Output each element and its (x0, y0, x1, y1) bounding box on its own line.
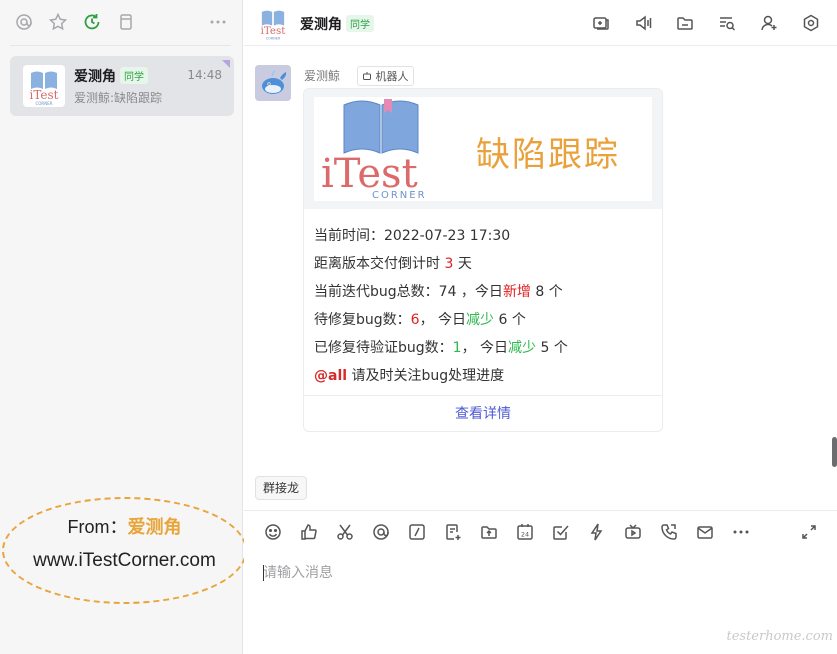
folder-icon[interactable] (675, 13, 695, 33)
mail-icon[interactable] (695, 522, 715, 542)
pending-bugs-line: 待修复bug数：6， 今日减少 6 个 (314, 312, 526, 328)
countdown-line: 距离版本交付倒计时 3 天 (314, 256, 472, 272)
svg-text:iTest: iTest (30, 88, 59, 102)
header-tag: 同学 (346, 15, 374, 32)
conversation-sidebar: iTest CORNER 爱测角 同学 14:48 爱测鲸:缺陷跟踪 From：爱… (0, 0, 247, 654)
chat-window: iTest CORNER 爱测角 同学 爱测鲸 机器人 iTest CORNER… (244, 0, 837, 654)
sidebar-toolbar (0, 0, 243, 46)
scrollbar-thumb[interactable] (832, 437, 837, 467)
scissors-icon[interactable] (335, 522, 355, 542)
thumbs-up-icon[interactable] (299, 522, 319, 542)
at-icon[interactable] (371, 522, 391, 542)
upload-icon[interactable] (479, 522, 499, 542)
message-input[interactable] (263, 562, 823, 584)
toolbar-divider (10, 45, 231, 46)
search-list-icon[interactable] (717, 13, 737, 33)
text-cursor (263, 565, 264, 581)
mention-all[interactable]: @all (314, 368, 347, 384)
stamp-line1: From：爱测角 (67, 517, 182, 537)
banner-title: 缺陷跟踪 (476, 135, 620, 175)
pinned-corner-mark (222, 60, 230, 68)
at-icon[interactable] (14, 12, 34, 32)
emoji-icon[interactable] (263, 522, 283, 542)
slash-command-icon[interactable] (407, 522, 427, 542)
chat-time: 14:48 (187, 68, 222, 82)
robot-icon (363, 72, 371, 80)
star-icon[interactable] (48, 12, 68, 32)
robot-badge: 机器人 (357, 66, 414, 86)
svg-text:CORNER: CORNER (372, 190, 427, 201)
tv-icon[interactable] (623, 522, 643, 542)
total-bugs-line: 当前迭代bug总数：74 ，今日新增 8 个 (314, 284, 563, 300)
new-doc-icon[interactable] (443, 522, 463, 542)
more-icon[interactable] (731, 522, 751, 542)
bug-report-card: iTest CORNER 缺陷跟踪 当前时间：2022-07-23 17:30 … (303, 88, 663, 432)
calendar-icon[interactable]: 24 (515, 522, 535, 542)
compose-divider (244, 510, 837, 511)
screen-share-icon[interactable] (591, 13, 611, 33)
expand-icon[interactable] (799, 522, 819, 542)
checkbox-icon[interactable] (551, 522, 571, 542)
group-chain-button[interactable]: 群接龙 (255, 476, 308, 500)
chat-list-item[interactable]: iTest CORNER 爱测角 同学 14:48 爱测鲸:缺陷跟踪 (10, 56, 234, 116)
mention-line: @all 请及时关注bug处理进度 (314, 368, 505, 384)
verify-bugs-line: 已修复待验证bug数：1， 今日减少 5 个 (314, 340, 568, 356)
sender-name: 爱测鲸 (304, 69, 341, 83)
speaker-icon[interactable] (633, 13, 653, 33)
chat-name: 爱测角 同学 (74, 66, 148, 86)
svg-text:24: 24 (521, 531, 529, 539)
stamp-line2: www.iTestCorner.com (33, 550, 216, 571)
doc-icon[interactable] (116, 12, 136, 32)
report-lines: 当前时间：2022-07-23 17:30 距离版本交付倒计时 3 天 当前迭代… (314, 227, 568, 395)
svg-text:CORNER: CORNER (35, 101, 52, 106)
itest-logo: iTest CORNER (321, 99, 427, 201)
view-details-button[interactable]: 查看详情 (304, 395, 662, 431)
current-time-line: 当前时间：2022-07-23 17:30 (314, 228, 511, 244)
clock-refresh-icon[interactable] (82, 12, 102, 32)
chat-header: iTest CORNER 爱测角 同学 (244, 0, 837, 46)
classmate-tag: 同学 (120, 67, 148, 84)
header-avatar[interactable]: iTest CORNER (255, 5, 291, 41)
more-icon[interactable] (208, 12, 228, 32)
add-user-icon[interactable] (759, 13, 779, 33)
chat-title: 爱测角 同学 (300, 14, 374, 34)
bot-avatar[interactable] (255, 65, 291, 101)
watermark-stamp: From：爱测角 www.iTestCorner.com (2, 497, 247, 604)
svg-text:CORNER: CORNER (266, 36, 281, 40)
chat-preview: 爱测鲸:缺陷跟踪 (74, 91, 163, 105)
group-avatar: iTest CORNER (23, 65, 65, 107)
svg-text:iTest: iTest (261, 25, 287, 37)
settings-icon[interactable] (801, 13, 821, 33)
site-watermark: testerhome.com (726, 629, 833, 644)
lightning-icon[interactable] (587, 522, 607, 542)
card-banner: iTest CORNER 缺陷跟踪 (304, 89, 662, 209)
phone-icon[interactable] (659, 522, 679, 542)
